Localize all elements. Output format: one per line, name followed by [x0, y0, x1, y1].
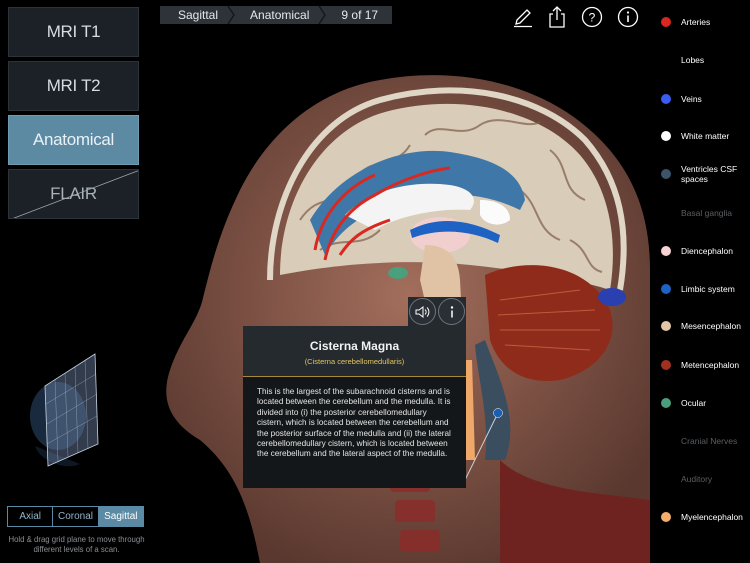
breadcrumb-label: 9 of 17	[341, 8, 379, 22]
legend-label: Basal ganglia	[681, 208, 733, 218]
disabled-slash	[13, 170, 138, 218]
speaker-icon[interactable]	[409, 298, 436, 325]
legend-label: White matter	[681, 131, 730, 141]
popup-header: Cisterna Magna (Cisterna cerebellomedull…	[243, 326, 466, 377]
plane-selector: Axial Coronal Sagittal	[7, 506, 144, 527]
mode-mri-t1-button[interactable]: MRI T1	[8, 7, 139, 57]
legend-label: Mesencephalon	[681, 321, 742, 331]
mode-anatomical-button[interactable]: Anatomical	[8, 115, 139, 165]
share-icon[interactable]	[545, 5, 569, 29]
legend-swatch	[661, 17, 671, 27]
legend-swatch	[661, 284, 671, 294]
svg-text:?: ?	[589, 11, 596, 25]
legend-swatch	[661, 398, 671, 408]
mode-mri-t2-button[interactable]: MRI T2	[8, 61, 139, 111]
mode-flair-button[interactable]: FLAIR	[8, 169, 139, 219]
plane-axial-button[interactable]: Axial	[8, 507, 54, 526]
legend-item-auditory[interactable]: Auditory	[656, 474, 750, 484]
legend-label: Metencephalon	[681, 360, 740, 370]
legend-item-white-matter[interactable]: White matter	[656, 131, 750, 141]
vein-sinus	[598, 288, 626, 306]
legend-label: Arteries	[681, 17, 711, 27]
legend-swatch	[661, 360, 671, 370]
popup-subtitle: (Cisterna cerebellomedullaris)	[304, 357, 405, 366]
legend-label: Lobes	[681, 55, 705, 65]
legend-swatch	[661, 436, 671, 446]
mode-label: MRI T2	[46, 76, 101, 95]
legend-item-ventricles[interactable]: Ventricles CSF spaces	[656, 164, 750, 184]
legend-swatch	[661, 208, 671, 218]
legend-label: Myelencephalon	[681, 512, 743, 522]
info-icon[interactable]	[616, 5, 640, 29]
legend-swatch	[661, 321, 671, 331]
plane-coronal-button[interactable]: Coronal	[53, 507, 99, 526]
legend-label: Limbic system	[681, 284, 735, 294]
breadcrumb-label: Anatomical	[250, 8, 310, 22]
plane-hint: Hold & drag grid plane to move through d…	[8, 535, 145, 554]
legend-swatch	[661, 512, 671, 522]
info-icon[interactable]	[438, 298, 465, 325]
legend-label: Diencephalon	[681, 246, 733, 256]
legend-swatch	[661, 55, 671, 65]
breadcrumb-item-slice[interactable]: 9 of 17	[323, 6, 392, 24]
legend-swatch	[661, 94, 671, 104]
help-icon[interactable]: ?	[580, 5, 604, 29]
legend-item-lobes[interactable]: Lobes	[656, 55, 750, 65]
legend-swatch	[661, 169, 671, 179]
breadcrumb-item-mode[interactable]: Anatomical	[232, 6, 327, 24]
legend-item-basal-ganglia[interactable]: Basal ganglia	[656, 208, 750, 218]
mode-label: MRI T1	[46, 22, 101, 41]
breadcrumb-item-plane[interactable]: Sagittal	[160, 6, 235, 24]
legend-item-metencephalon[interactable]: Metencephalon	[656, 360, 750, 370]
legend-item-cranial-nerves[interactable]: Cranial Nerves	[656, 436, 750, 446]
legend-label: Ventricles CSF spaces	[681, 164, 738, 184]
ocular	[388, 267, 408, 279]
popup-body: This is the largest of the subarachnoid …	[243, 377, 466, 488]
mode-label: Anatomical	[32, 130, 115, 149]
info-popup: Cisterna Magna (Cisterna cerebellomedull…	[243, 326, 466, 488]
legend-item-veins[interactable]: Veins	[656, 94, 750, 104]
legend-label: Ocular	[681, 398, 707, 408]
chevron-right-icon	[227, 6, 235, 24]
legend-swatch	[661, 246, 671, 256]
legend-label: Veins	[681, 94, 702, 104]
plane-sagittal-button[interactable]: Sagittal	[98, 507, 143, 526]
chevron-right-icon	[318, 6, 327, 24]
legend-label: Auditory	[681, 474, 713, 484]
legend-item-myelencephalon[interactable]: Myelencephalon	[656, 512, 750, 522]
legend-swatch	[661, 131, 671, 141]
legend-label: Cranial Nerves	[681, 436, 738, 446]
grid-plane[interactable]	[44, 353, 99, 467]
breadcrumb: Sagittal Anatomical 9 of 17	[160, 6, 393, 24]
legend-item-ocular[interactable]: Ocular	[656, 398, 750, 408]
pencil-icon[interactable]	[511, 5, 535, 29]
popup-title: Cisterna Magna	[309, 339, 400, 353]
legend-item-mesencephalon[interactable]: Mesencephalon	[656, 321, 750, 331]
plane-navigator[interactable]	[20, 346, 110, 471]
legend-item-arteries[interactable]: Arteries	[656, 17, 750, 27]
breadcrumb-label: Sagittal	[178, 8, 219, 22]
legend-item-diencephalon[interactable]: Diencephalon	[656, 246, 750, 256]
callout-marker[interactable]	[493, 408, 503, 418]
legend-item-limbic-system[interactable]: Limbic system	[656, 284, 750, 294]
legend-swatch	[661, 474, 671, 484]
